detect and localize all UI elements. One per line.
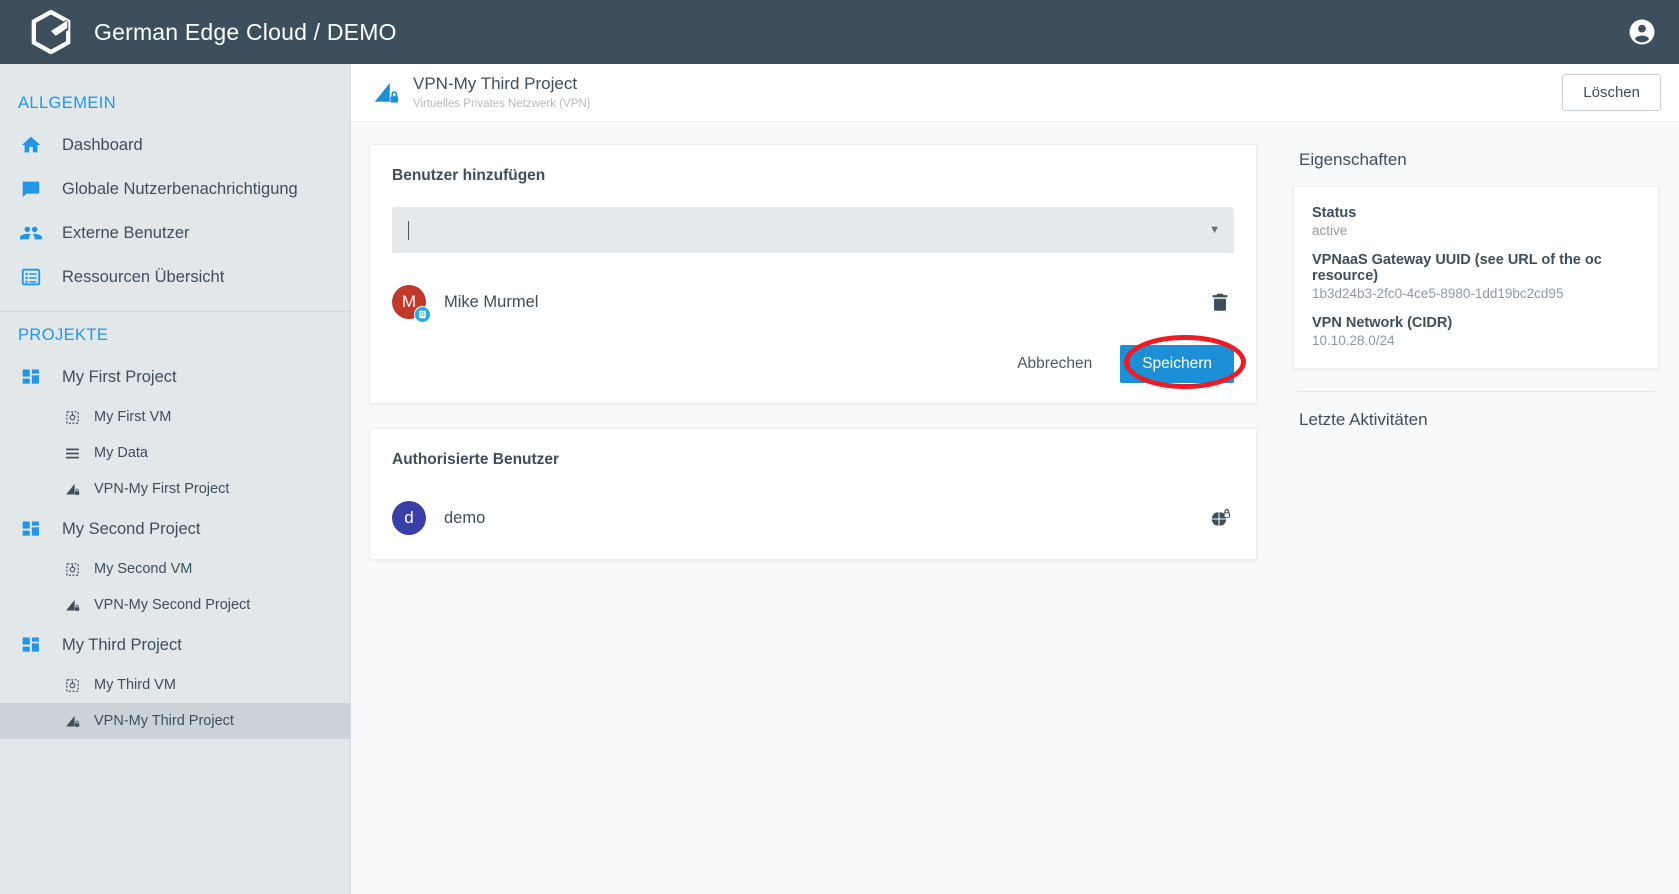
avatar-initial: d	[404, 508, 414, 527]
home-icon	[18, 134, 44, 156]
app-root: German Edge Cloud / DEMO ALLGEMEIN Dashb…	[0, 0, 1679, 894]
property-label-vpn-network: VPN Network (CIDR)	[1312, 315, 1453, 331]
vm-icon	[62, 409, 82, 426]
avatar: d	[392, 501, 426, 535]
pending-user-row: M Mike Murmel	[392, 281, 1234, 323]
sidebar-item-my-first-project[interactable]: My First Project	[0, 355, 350, 399]
sidebar-item-vpn-my-third-project[interactable]: VPN-My Third Project	[0, 703, 350, 739]
account-circle-icon[interactable]	[1627, 17, 1657, 47]
content-right-column: Eigenschaften Status active VPNaaS Gatew…	[1279, 144, 1679, 894]
delete-button[interactable]: Löschen	[1562, 74, 1661, 111]
globe-lock-icon[interactable]	[1206, 504, 1234, 532]
sidebar-item-label: VPN-My Second Project	[94, 597, 251, 613]
property-label-gateway-uuid: VPNaaS Gateway UUID (see URL of the oc r…	[1312, 252, 1602, 284]
sidebar-item-label: My Third VM	[94, 677, 176, 693]
vpn-icon	[62, 481, 82, 498]
page-header: VPN-My Third Project Virtuelles Privates…	[351, 64, 1679, 122]
data-list-icon	[62, 445, 82, 462]
sidebar-item-globale-nutzerbenachrichtigung[interactable]: Globale Nutzerbenachrichtigung	[0, 167, 350, 211]
sidebar-item-vpn-my-first-project[interactable]: VPN-My First Project	[0, 471, 350, 507]
project-icon	[18, 519, 44, 539]
sidebar-item-label: My Second VM	[94, 561, 193, 577]
sidebar-item-my-data[interactable]: My Data	[0, 435, 350, 471]
chevron-down-icon[interactable]: ▼	[1209, 224, 1220, 236]
page-header-text: VPN-My Third Project Virtuelles Privates…	[413, 73, 590, 111]
sidebar: ALLGEMEIN Dashboard Globale Nutzerbenach…	[0, 64, 351, 894]
project-icon	[18, 635, 44, 655]
properties-panel-card: Status active VPNaaS Gateway UUID (see U…	[1293, 186, 1659, 369]
sidebar-item-my-third-vm[interactable]: My Third VM	[0, 667, 350, 703]
add-user-form-actions: Abbrechen Speichern	[392, 335, 1246, 389]
people-icon	[18, 222, 44, 244]
sidebar-item-vpn-my-second-project[interactable]: VPN-My Second Project	[0, 587, 350, 623]
cancel-button[interactable]: Abbrechen	[1003, 346, 1106, 382]
property-value-vpn-network: 10.10.28.0/24	[1312, 333, 1395, 348]
content-left-column: Benutzer hinzufügen ▼ M Mike Murmel Abbr…	[351, 144, 1279, 894]
sidebar-item-label: Externe Benutzer	[62, 223, 190, 242]
page-subtitle: Virtuelles Privates Netzwerk (VPN)	[413, 97, 591, 110]
authorized-users-card-title: Authorisierte Benutzer	[392, 451, 560, 468]
sidebar-item-label: My First VM	[94, 409, 172, 425]
avatar-initial: M	[401, 292, 417, 311]
body-region: ALLGEMEIN Dashboard Globale Nutzerbenach…	[0, 64, 1679, 894]
sidebar-item-label: My Data	[94, 445, 148, 461]
add-user-card: Benutzer hinzufügen ▼ M Mike Murmel Abbr…	[369, 144, 1257, 404]
content-region: Benutzer hinzufügen ▼ M Mike Murmel Abbr…	[351, 122, 1679, 894]
sidebar-item-externe-benutzer[interactable]: Externe Benutzer	[0, 211, 350, 255]
sidebar-item-label: My Second Project	[62, 519, 201, 538]
text-cursor	[408, 220, 409, 240]
sidebar-item-label: Ressourcen Übersicht	[62, 267, 225, 286]
property-label-status: Status	[1312, 205, 1357, 221]
property-value-gateway-uuid: 1b3d24b3-2fc0-4ce5-8980-1dd19bc2cd95	[1312, 286, 1564, 301]
project-icon	[18, 367, 44, 387]
sidebar-item-ressourcen-uebersicht[interactable]: Ressourcen Übersicht	[0, 255, 350, 299]
sidebar-item-label: VPN-My First Project	[94, 481, 230, 497]
top-bar: German Edge Cloud / DEMO	[0, 0, 1679, 64]
list-board-icon	[18, 266, 44, 288]
sidebar-item-label: Dashboard	[62, 135, 143, 154]
gec-logo-icon	[30, 9, 72, 55]
save-button[interactable]: Speichern	[1120, 345, 1234, 383]
page-title: VPN-My Third Project	[413, 74, 578, 94]
main-area: VPN-My Third Project Virtuelles Privates…	[351, 64, 1679, 894]
authorized-user-name: demo	[444, 508, 486, 527]
sidebar-item-my-first-vm[interactable]: My First VM	[0, 399, 350, 435]
sidebar-item-my-second-project[interactable]: My Second Project	[0, 507, 350, 551]
sidebar-item-my-second-vm[interactable]: My Second VM	[0, 551, 350, 587]
sidebar-item-dashboard[interactable]: Dashboard	[0, 123, 350, 167]
property-value-status: active	[1312, 223, 1348, 238]
sidebar-item-label: My First Project	[62, 367, 177, 386]
vpn-icon	[369, 76, 403, 110]
organization-badge-icon	[414, 306, 431, 323]
brand-title: German Edge Cloud / DEMO	[94, 18, 397, 45]
sidebar-item-label: My Third Project	[62, 635, 182, 654]
vpn-icon	[62, 713, 82, 730]
authorized-users-card: Authorisierte Benutzer d demo	[369, 428, 1257, 560]
vm-icon	[62, 677, 82, 694]
sidebar-item-label: VPN-My Third Project	[94, 713, 234, 729]
vm-icon	[62, 561, 82, 578]
vpn-icon	[62, 597, 82, 614]
authorized-user-row: d demo	[392, 497, 1234, 539]
avatar: M	[392, 285, 431, 323]
pending-user-name: Mike Murmel	[444, 292, 539, 311]
trash-icon[interactable]	[1206, 288, 1234, 316]
sidebar-item-my-third-project[interactable]: My Third Project	[0, 623, 350, 667]
add-user-card-title: Benutzer hinzufügen	[392, 167, 546, 184]
user-select-input[interactable]: ▼	[392, 207, 1234, 253]
sidebar-item-label: Globale Nutzerbenachrichtigung	[62, 179, 298, 198]
sidebar-group-title-allgemein: ALLGEMEIN	[18, 94, 117, 112]
chat-icon	[18, 178, 44, 200]
properties-panel-title: Eigenschaften	[1299, 150, 1407, 169]
activities-panel-title: Letzte Aktivitäten	[1299, 410, 1428, 429]
sidebar-group-title-projekte: PROJEKTE	[18, 326, 109, 344]
